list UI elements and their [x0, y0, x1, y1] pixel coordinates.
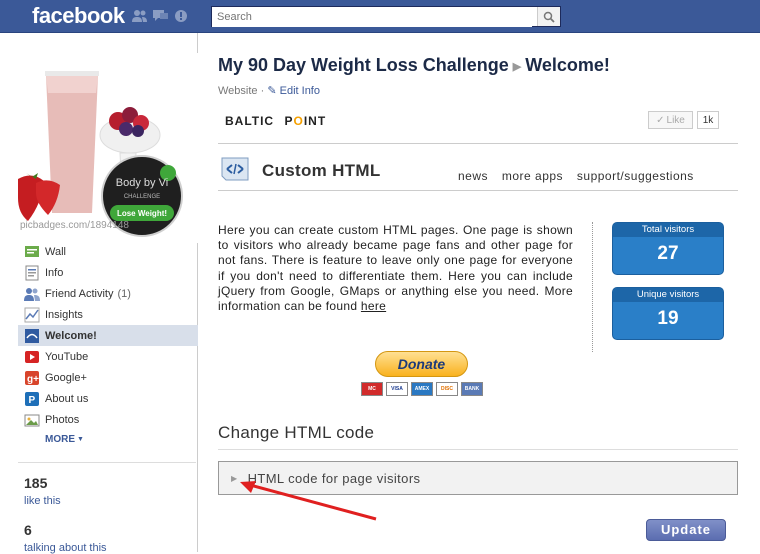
badge-button: Lose Weight!	[117, 209, 167, 218]
bank-icon: BANK	[461, 382, 483, 396]
sidebar-item-label: Insights	[45, 308, 83, 321]
svg-text:g+: g+	[27, 374, 39, 385]
sidebar-item-google-plus[interactable]: g+ Google+	[18, 367, 198, 388]
friend-requests-icon[interactable]	[131, 9, 148, 23]
edit-info-link[interactable]: Edit Info	[280, 85, 320, 97]
unique-visitors-value: 19	[657, 308, 679, 329]
search-box	[211, 6, 561, 27]
search-input[interactable]	[212, 7, 532, 27]
sidebar-item-insights[interactable]: Insights	[18, 304, 198, 325]
custom-html-logo-icon	[221, 157, 249, 181]
check-icon: ✓	[656, 114, 665, 126]
app-description: Here you can create custom HTML pages. O…	[218, 223, 573, 314]
brand-letter-o: O	[293, 114, 304, 128]
info-icon	[25, 265, 39, 280]
sidebar-item-welcome[interactable]: Welcome!	[18, 325, 198, 346]
discover-icon: DISC	[436, 382, 458, 396]
unique-visitors-box: Unique visitors 19	[612, 287, 724, 340]
youtube-icon	[25, 350, 39, 363]
tab-name: Welcome!	[525, 55, 610, 75]
app-links: news more apps support/suggestions	[458, 169, 704, 183]
page-title: My 90 Day Weight Loss Challenge ▶ Welcome!	[218, 55, 610, 76]
total-visitors-value: 27	[657, 243, 679, 264]
notifications-icon[interactable]	[173, 9, 190, 23]
profile-picture[interactable]: Body by Vi CHALLENGE Lose Weight!	[18, 53, 198, 243]
facebook-logo[interactable]: facebook	[32, 3, 125, 29]
welcome-icon	[25, 328, 39, 343]
page-category: Website	[218, 85, 258, 97]
baltic-point-logo[interactable]: BALTIC POINT	[225, 114, 326, 128]
unique-visitors-label: Unique visitors	[613, 288, 723, 302]
update-button[interactable]: Update	[646, 519, 726, 541]
search-button[interactable]	[537, 7, 560, 26]
photos-icon	[24, 414, 40, 426]
likes-label[interactable]: like this	[24, 495, 61, 507]
page-name-link[interactable]: My 90 Day Weight Loss Challenge	[218, 55, 509, 75]
svg-text:P: P	[29, 395, 36, 406]
like-label: Like	[666, 114, 685, 126]
breadcrumb-arrow-icon: ▶	[512, 60, 522, 73]
brand-word-2: INT	[303, 114, 327, 128]
notification-jewels	[131, 9, 190, 23]
friends-icon	[24, 287, 40, 301]
pencil-icon: ✎	[267, 85, 277, 97]
picture-caption: picbadges.com/1894148	[20, 220, 129, 231]
here-link[interactable]: here	[361, 299, 386, 313]
like-count: 1k	[697, 111, 719, 129]
sidebar-item-friend-activity[interactable]: Friend Activity (1)	[18, 283, 198, 304]
sidebar-item-label: Wall	[45, 245, 66, 258]
sidebar-item-label: Google+	[45, 371, 87, 384]
visa-icon: VISA	[386, 382, 408, 396]
talking-count: 6	[24, 522, 32, 538]
chevron-down-icon: ▼	[77, 435, 84, 443]
sidebar-item-photos[interactable]: Photos	[18, 409, 198, 430]
badge-subtitle: CHALLENGE	[124, 194, 160, 200]
sidebar-item-about-us[interactable]: P About us	[18, 388, 198, 409]
sidebar-item-label: Photos	[45, 413, 80, 426]
badge-title: Body by Vi	[116, 177, 168, 189]
about-icon: P	[25, 391, 39, 406]
top-bar: facebook	[0, 0, 760, 33]
sidebar-item-label: Friend Activity	[45, 287, 114, 300]
divider	[18, 462, 196, 463]
likes-count: 185	[24, 475, 48, 491]
search-icon	[543, 11, 555, 23]
app-title: Custom HTML	[262, 161, 381, 180]
news-link[interactable]: news	[458, 169, 488, 183]
brand-word-1: BALTIC	[225, 114, 275, 128]
messages-icon[interactable]	[152, 9, 169, 23]
sidebar-item-label: Info	[45, 266, 64, 279]
left-nav: Wall Info Friend Activity (1) Insights W…	[18, 241, 198, 448]
more-label: MORE	[45, 433, 75, 445]
support-link[interactable]: support/suggestions	[577, 169, 694, 183]
like-button[interactable]: ✓ Like	[648, 111, 693, 129]
left-column: Body by Vi CHALLENGE Lose Weight! picbad…	[18, 33, 198, 554]
mastercard-icon: MC	[361, 382, 383, 396]
insights-icon	[24, 307, 40, 322]
divider	[218, 449, 738, 450]
more-apps-link[interactable]: more apps	[502, 169, 563, 183]
red-arrow-annotation	[240, 481, 377, 521]
amex-icon: AMEX	[411, 382, 433, 396]
sidebar-item-label: Welcome!	[45, 329, 97, 342]
more-button[interactable]: MORE ▼	[18, 430, 198, 448]
total-visitors-box: Total visitors 27	[612, 222, 724, 275]
sidebar-item-info[interactable]: Info	[18, 262, 198, 283]
vertical-divider	[592, 222, 593, 352]
page-subline: Website · ✎ Edit Info	[218, 84, 320, 97]
app-header: Custom HTML news more apps support/sugge…	[218, 143, 738, 191]
change-html-heading: Change HTML code	[218, 423, 375, 442]
total-visitors-label: Total visitors	[613, 223, 723, 237]
sidebar-item-label: About us	[45, 392, 89, 405]
description-text: Here you can create custom HTML pages. O…	[218, 223, 573, 314]
sidebar-item-wall[interactable]: Wall	[18, 241, 198, 262]
talking-label[interactable]: talking about this	[24, 542, 107, 554]
google-plus-icon: g+	[25, 370, 39, 385]
donate-button[interactable]: Donate	[375, 351, 468, 377]
friend-activity-count: (1)	[117, 287, 131, 300]
sidebar-item-label: YouTube	[45, 350, 89, 363]
wall-icon	[25, 245, 39, 257]
sidebar-item-youtube[interactable]: YouTube	[18, 346, 198, 367]
payment-cards: MC VISA AMEX DISC BANK	[361, 382, 483, 396]
